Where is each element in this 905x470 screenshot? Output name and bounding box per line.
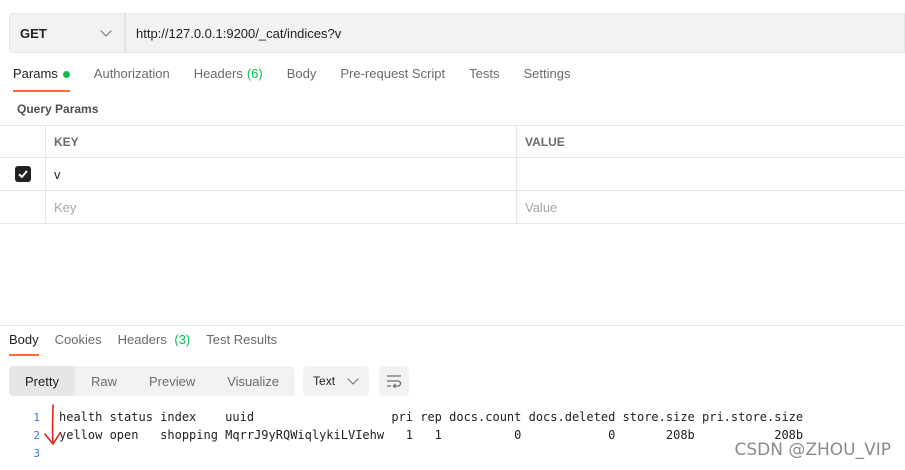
tab-headers[interactable]: Headers (6) <box>194 66 263 92</box>
tab-response-body[interactable]: Body <box>9 332 39 356</box>
wrap-lines-button[interactable] <box>379 366 410 396</box>
tab-count: (3) <box>174 332 191 347</box>
chevron-down-icon <box>347 373 359 385</box>
url-input[interactable]: http://127.0.0.1:9200/_cat/indices?v <box>125 13 905 53</box>
tab-label: Body <box>286 66 317 81</box>
tab-label: Pre-request Script <box>340 66 446 81</box>
table-row-new: Key Value <box>0 191 905 224</box>
response-divider <box>0 325 905 326</box>
line-text: yellow open shopping MqrrJ9yRQWiqlykiLVI… <box>59 428 804 442</box>
view-visualize-button[interactable]: Visualize <box>211 366 295 396</box>
tab-label: Params <box>13 66 58 81</box>
annotation-arrow-icon <box>44 404 61 445</box>
wrap-lines-icon <box>387 375 402 388</box>
check-icon <box>17 170 28 179</box>
method-select[interactable]: GET <box>9 13 125 53</box>
tab-tests[interactable]: Tests <box>469 66 499 92</box>
chevron-down-icon <box>100 25 112 37</box>
header-value: VALUE <box>525 134 565 149</box>
tab-label: Headers <box>193 66 243 81</box>
tab-label: Test Results <box>206 332 278 347</box>
tab-label: Settings <box>523 66 571 81</box>
code-line: 1 health status index uuid pri rep docs.… <box>0 408 905 426</box>
format-label: Text <box>313 374 336 388</box>
view-mode-group: Pretty Raw Preview Visualize <box>9 366 296 396</box>
header-key: KEY <box>46 126 517 157</box>
new-value-input[interactable]: Value <box>517 191 905 223</box>
tab-label: Tests <box>469 66 500 81</box>
request-bar: GET http://127.0.0.1:9200/_cat/indices?v <box>9 13 905 53</box>
tab-cookies[interactable]: Cookies <box>55 332 102 356</box>
active-dot-icon <box>62 71 70 78</box>
tab-label: Authorization <box>93 66 170 81</box>
request-tabs: Params Authorization Headers (6) Body Pr… <box>13 66 594 92</box>
view-raw-button[interactable]: Raw <box>75 366 133 396</box>
table-header-row: KEY VALUE <box>0 125 905 158</box>
view-toolbar: Pretty Raw Preview Visualize Text <box>9 366 410 396</box>
tab-label: Headers <box>117 332 167 347</box>
param-key-input[interactable]: v <box>46 158 517 190</box>
tab-authorization[interactable]: Authorization <box>94 66 170 92</box>
section-title: Query Params <box>17 102 99 116</box>
new-key-input[interactable]: Key <box>46 191 517 223</box>
param-value-input[interactable] <box>517 158 905 190</box>
line-text: health status index uuid pri rep docs.co… <box>59 410 804 424</box>
param-checkbox[interactable] <box>14 166 31 182</box>
row-check-cell <box>0 158 46 190</box>
tab-response-headers[interactable]: Headers (3) <box>118 332 191 356</box>
response-tabs: Body Cookies Headers (3) Test Results <box>9 332 293 356</box>
tab-settings[interactable]: Settings <box>523 66 570 92</box>
tab-body[interactable]: Body <box>287 66 317 92</box>
table-row: v <box>0 158 905 191</box>
tab-test-results[interactable]: Test Results <box>206 332 277 356</box>
method-label: GET <box>20 25 47 41</box>
view-preview-button[interactable]: Preview <box>133 366 211 396</box>
tab-params[interactable]: Params <box>13 66 70 92</box>
view-pretty-button[interactable]: Pretty <box>9 366 75 396</box>
format-select[interactable]: Text <box>303 366 370 396</box>
tab-label: Body <box>9 332 39 347</box>
params-table: KEY VALUE v Key Value <box>0 125 905 224</box>
tab-pre-request-script[interactable]: Pre-request Script <box>340 66 445 92</box>
watermark: CSDN @ZHOU_VIP <box>734 440 891 460</box>
header-check-cell <box>0 126 46 157</box>
row-check-cell <box>0 191 46 223</box>
tab-label: Cookies <box>54 332 102 347</box>
tab-count: (6) <box>246 66 263 81</box>
